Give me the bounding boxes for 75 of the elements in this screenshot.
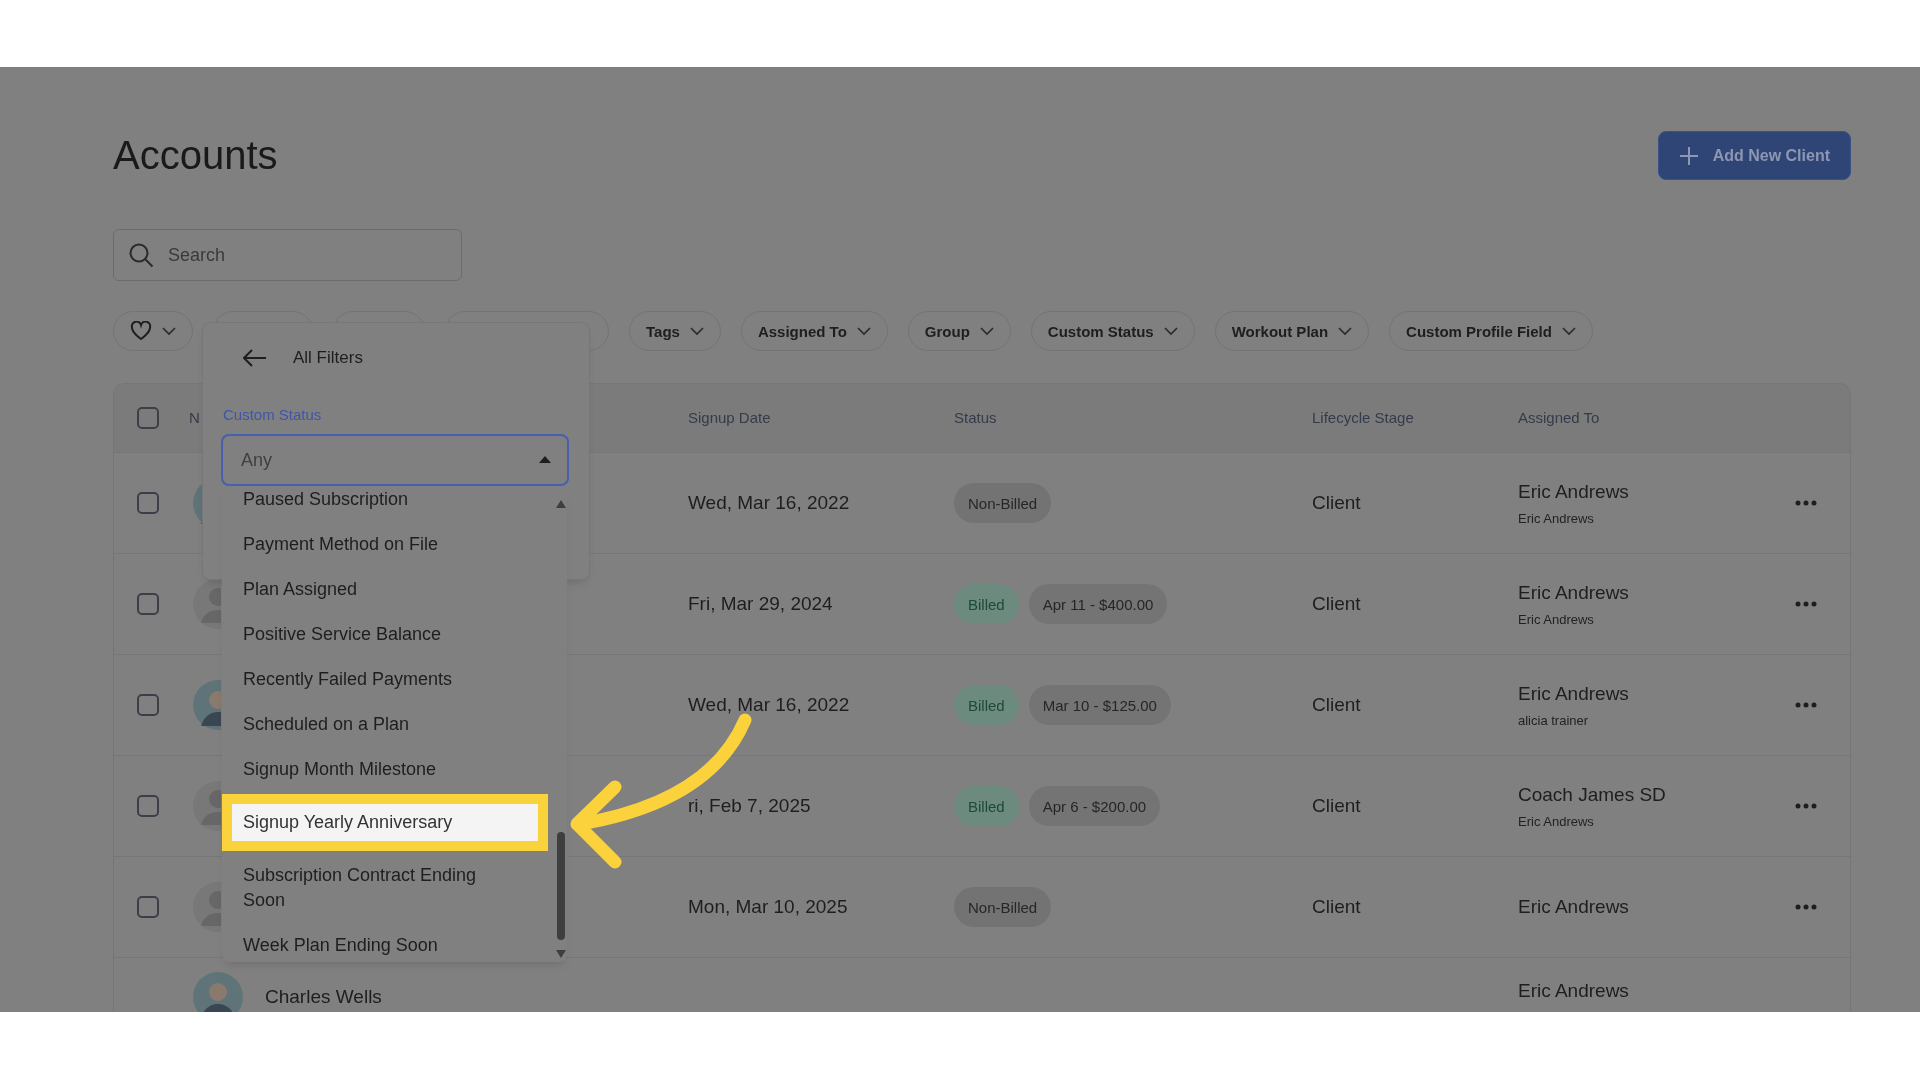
client-name[interactable]: Charles Wells xyxy=(265,986,382,1008)
assigned-coach: Eric Andrews xyxy=(1518,896,1630,918)
chevron-down-icon xyxy=(856,326,871,336)
dropdown-option[interactable]: Subscription Contract Ending Soon xyxy=(222,853,522,923)
status-select[interactable]: Any xyxy=(221,434,569,486)
assigned-coach: Eric Andrews xyxy=(1518,980,1630,1002)
signup-date: Wed, Mar 16, 2022 xyxy=(688,694,850,715)
chevron-down-icon xyxy=(689,326,704,336)
chevron-down-icon xyxy=(1163,326,1178,336)
dropdown-option[interactable]: Positive Service Balance xyxy=(222,612,522,657)
column-header: Lifecycle Stage xyxy=(1312,409,1414,426)
assigned-coach: Eric Andrews xyxy=(1518,480,1630,503)
assigned-trainer: alicia trainer xyxy=(1518,712,1590,728)
dropdown-option[interactable]: Signup Month Milestone xyxy=(222,747,522,792)
plus-icon xyxy=(1678,145,1699,166)
more-icon[interactable] xyxy=(1794,904,1817,910)
chevron-down-icon xyxy=(979,326,994,336)
lifecycle-stage: Client xyxy=(1312,896,1361,917)
billing-status-badge: Non-Billed xyxy=(954,887,1052,927)
checkbox[interactable] xyxy=(136,407,159,429)
lifecycle-stage: Client xyxy=(1312,593,1361,614)
page-title: Accounts xyxy=(113,133,278,178)
dropdown-option[interactable]: Paused Subscription xyxy=(222,490,522,522)
dropdown-option[interactable]: Signup Yearly Anniversary xyxy=(222,794,548,851)
scroll-down-icon[interactable] xyxy=(555,950,566,958)
assigned-trainer: Eric Andrews xyxy=(1518,813,1595,829)
dropdown-option[interactable]: Recently Failed Payments xyxy=(222,657,522,702)
checkbox[interactable] xyxy=(136,694,159,716)
scrollbar-thumb[interactable] xyxy=(556,832,565,940)
dropdown-option[interactable]: Scheduled on a Plan xyxy=(222,702,522,747)
billing-status-badge: Billed xyxy=(954,685,1019,725)
assigned-coach: Coach James SD xyxy=(1518,783,1667,806)
lifecycle-stage: Client xyxy=(1312,492,1361,513)
checkbox[interactable] xyxy=(136,492,159,514)
panel-title: All Filters xyxy=(293,348,363,368)
billing-status-badge: Billed xyxy=(954,584,1019,624)
billing-status-badge: Non-Billed xyxy=(954,483,1052,523)
scroll-up-icon[interactable] xyxy=(555,500,566,508)
search-field[interactable]: Search xyxy=(113,229,462,281)
billing-status-badge: Billed xyxy=(954,786,1019,826)
dropdown-option[interactable]: Plan Assigned xyxy=(222,567,522,612)
column-header: Status xyxy=(954,409,997,426)
field-label: Custom Status xyxy=(223,406,322,423)
assigned-trainer: Eric Andrews xyxy=(1518,611,1595,627)
assigned-coach: Eric Andrews xyxy=(1518,682,1630,705)
signup-date: ri, Feb 7, 2025 xyxy=(688,795,811,816)
assigned-coach: Eric Andrews xyxy=(1518,581,1630,604)
column-header: N xyxy=(189,409,200,426)
payment-badge: Apr 11 - $400.00 xyxy=(1028,584,1168,624)
more-icon[interactable] xyxy=(1794,702,1817,708)
signup-date: Wed, Mar 16, 2022 xyxy=(688,492,850,513)
payment-badge: Apr 6 - $200.00 xyxy=(1028,786,1161,826)
search-icon xyxy=(128,242,154,268)
dropdown-option[interactable]: Payment Method on File xyxy=(222,522,522,567)
chevron-down-icon xyxy=(162,326,176,336)
more-icon[interactable] xyxy=(1794,803,1817,809)
back-arrow-icon[interactable] xyxy=(243,349,267,367)
lifecycle-stage: Client xyxy=(1312,795,1361,816)
signup-date: Fri, Mar 29, 2024 xyxy=(688,593,833,614)
column-header: Assigned To xyxy=(1518,409,1600,426)
heart-icon xyxy=(130,321,152,341)
chevron-down-icon xyxy=(1561,326,1576,336)
checkbox[interactable] xyxy=(136,896,159,918)
chevron-down-icon xyxy=(1338,326,1353,336)
assigned-trainer: Eric Andrews xyxy=(1518,510,1595,526)
payment-badge: Mar 10 - $125.00 xyxy=(1028,685,1171,725)
add-client-button[interactable]: Add New Client xyxy=(1657,131,1851,180)
column-header: Signup Date xyxy=(688,409,771,426)
lifecycle-stage: Client xyxy=(1312,694,1361,715)
more-icon[interactable] xyxy=(1794,601,1817,607)
checkbox[interactable] xyxy=(136,593,159,615)
checkbox[interactable] xyxy=(136,795,159,817)
dropdown-option[interactable]: Week Plan Ending Soon xyxy=(222,923,522,962)
signup-date: Mon, Mar 10, 2025 xyxy=(688,896,848,917)
more-icon[interactable] xyxy=(1794,500,1817,506)
